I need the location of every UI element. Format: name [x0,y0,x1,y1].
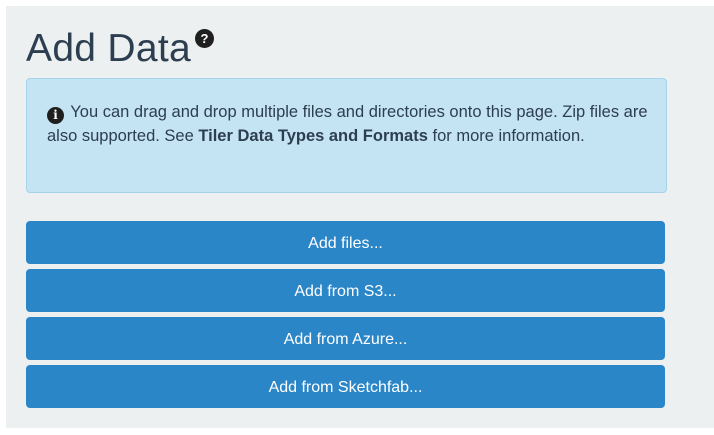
info-text-after: for more information. [427,127,585,145]
title-row: Add Data ? [26,26,215,72]
add-from-sketchfab-button[interactable]: Add from Sketchfab... [26,365,665,408]
add-from-s3-button[interactable]: Add from S3... [26,269,665,312]
question-circle-icon[interactable]: ? [195,29,215,48]
data-types-link[interactable]: Tiler Data Types and Formats [198,127,428,145]
page-title: Add Data [26,27,192,70]
info-circle-icon: i [47,106,64,124]
add-data-panel: Add Data ? i You can drag and drop multi… [6,6,714,428]
info-alert: i You can drag and drop multiple files a… [26,78,667,193]
add-from-azure-button[interactable]: Add from Azure... [26,317,665,360]
add-buttons-group: Add files... Add from S3... Add from Azu… [26,221,665,413]
add-files-button[interactable]: Add files... [26,221,665,264]
